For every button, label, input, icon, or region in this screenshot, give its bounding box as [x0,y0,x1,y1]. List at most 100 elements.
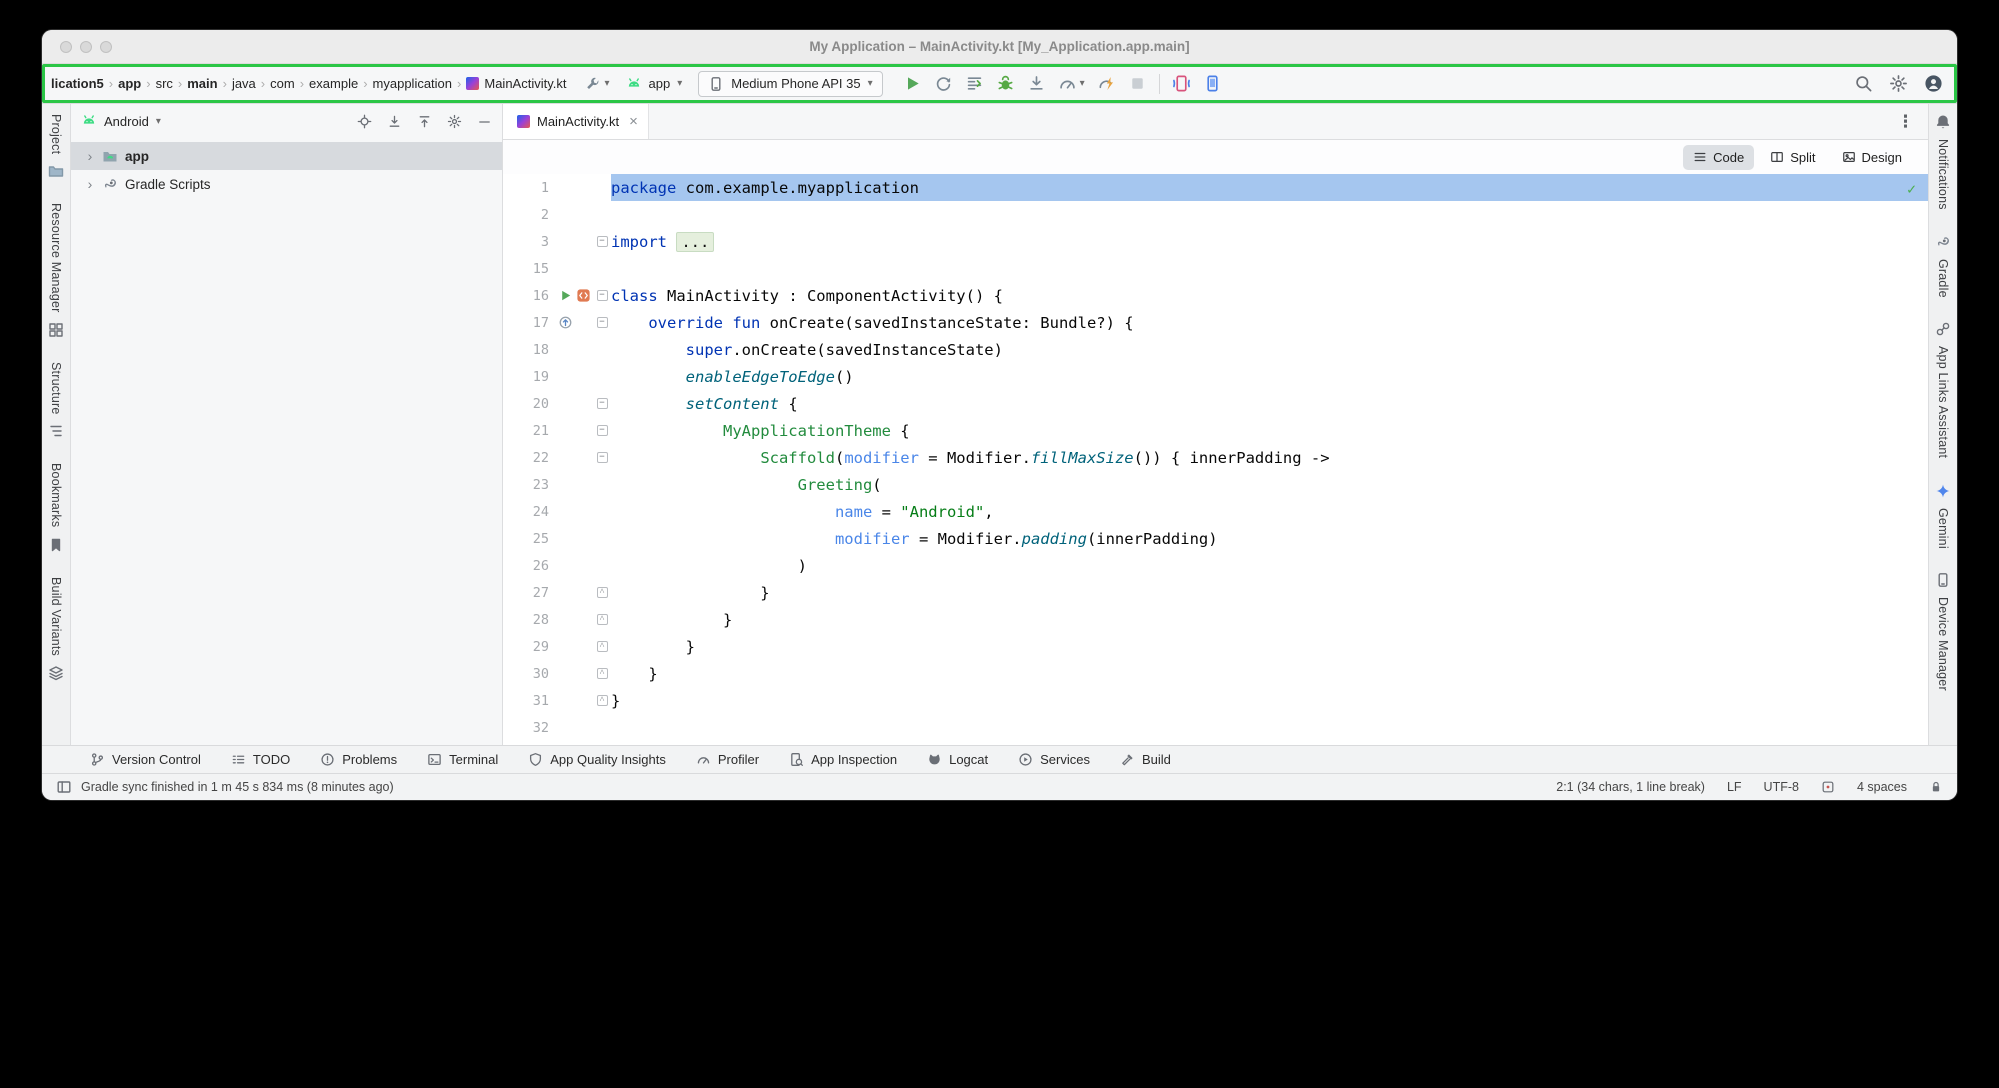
project-view-selector[interactable]: Android [104,114,149,129]
tool-stripe-project[interactable]: Project [48,114,64,179]
stop-button[interactable] [1128,74,1147,93]
collapse-all-button[interactable] [417,114,432,129]
code-line[interactable]: 26 ) [503,552,1928,579]
code-line[interactable]: 25 modifier = Modifier.padding(innerPadd… [503,525,1928,552]
status-message[interactable]: Gradle sync finished in 1 m 45 s 834 ms … [81,780,394,794]
code-line[interactable]: 15 [503,255,1928,282]
running-devices-button[interactable] [1203,74,1222,93]
device-mirror-button[interactable] [1172,74,1191,93]
breadcrumb-item-myapplication[interactable]: myapplication [370,74,456,93]
fold-marker[interactable]: − [593,290,611,301]
more-vertical-icon[interactable]: ⋮ [1891,112,1920,132]
tool-window-button-profiler[interactable]: Profiler [696,752,759,767]
apply-changes-button[interactable] [934,74,953,93]
inspections-ok-icon[interactable]: ✓ [1907,180,1916,198]
code-line[interactable]: 18 super.onCreate(savedInstanceState) [503,336,1928,363]
tool-window-button-build[interactable]: Build [1120,752,1171,767]
code-line[interactable]: 16−class MainActivity : ComponentActivit… [503,282,1928,309]
breadcrumb-item-lication5[interactable]: lication5 [48,74,107,93]
select-opened-file-button[interactable] [357,114,372,129]
code-line[interactable]: 3−import ... [503,228,1928,255]
tool-window-button-problems[interactable]: Problems [320,752,397,767]
mode-split-button[interactable]: Split [1760,145,1825,170]
code-line[interactable]: 17− override fun onCreate(savedInstanceS… [503,309,1928,336]
code-line[interactable]: 32 [503,714,1928,741]
code-editor[interactable]: 1package com.example.myapplication23−imp… [503,174,1928,745]
search-button[interactable] [1854,74,1873,93]
code-line[interactable]: 24 name = "Android", [503,498,1928,525]
tool-stripe-notifications[interactable]: Notifications [1935,114,1951,210]
fold-marker[interactable]: − [593,452,611,463]
apply-code-changes-button[interactable] [965,74,984,93]
breadcrumb-item-example[interactable]: example [306,74,361,93]
panel-settings-button[interactable] [447,114,462,129]
status-widget-icon[interactable] [1821,780,1835,794]
breadcrumb-item-app[interactable]: app [115,74,144,93]
tool-window-button-terminal[interactable]: Terminal [427,752,498,767]
mode-code-button[interactable]: Code [1683,145,1754,170]
breadcrumb-item-com[interactable]: com [267,74,298,93]
code-line[interactable]: 20− setContent { [503,390,1928,417]
tool-stripe-device-manager[interactable]: Device Manager [1935,572,1951,691]
hide-panel-button[interactable] [477,114,492,129]
file-encoding[interactable]: UTF-8 [1764,780,1799,794]
run-button[interactable] [903,74,922,93]
tool-window-button-app-inspection[interactable]: App Inspection [789,752,897,767]
breadcrumb-item-src[interactable]: src [153,74,176,93]
breadcrumb-item-mainactivity.kt[interactable]: MainActivity.kt [463,74,569,93]
tool-window-button-logcat[interactable]: Logcat [927,752,988,767]
breadcrumb-item-main[interactable]: main [184,74,220,93]
fold-marker[interactable]: − [593,317,611,328]
fold-marker[interactable]: ˄ [593,668,611,679]
code-line[interactable]: 30˄ } [503,660,1928,687]
debug-button[interactable] [996,74,1015,93]
code-line[interactable]: 31˄} [503,687,1928,714]
lock-icon[interactable] [1929,780,1943,794]
tool-stripe-build-variants[interactable]: Build Variants [48,577,64,681]
fold-marker[interactable]: − [593,425,611,436]
tool-stripe-gradle[interactable]: Gradle [1935,234,1951,298]
code-line[interactable]: 27˄ } [503,579,1928,606]
breadcrumb-item-java[interactable]: java [229,74,259,93]
minimize-window-button[interactable] [80,41,92,53]
editor-tab[interactable]: MainActivity.kt × [503,104,649,139]
tool-window-button-app-quality-insights[interactable]: App Quality Insights [528,752,666,767]
code-line[interactable]: 28˄ } [503,606,1928,633]
profiler-button[interactable]: ▾ [1058,74,1085,93]
tool-stripe-bookmarks[interactable]: Bookmarks [48,463,64,552]
tool-stripe-resource-manager[interactable]: Resource Manager [48,203,64,338]
caret-position[interactable]: 2:1 (34 chars, 1 line break) [1556,780,1705,794]
tool-window-button-todo[interactable]: TODO [231,752,290,767]
device-selector[interactable]: Medium Phone API 35 ▾ [698,71,882,97]
code-line[interactable]: 21− MyApplicationTheme { [503,417,1928,444]
tool-stripe-structure[interactable]: Structure [48,362,64,440]
code-line[interactable]: 29˄ } [503,633,1928,660]
profile-low-overhead-button[interactable] [1097,74,1116,93]
expand-all-button[interactable] [387,114,402,129]
settings-button[interactable] [1889,74,1908,93]
tool-stripe-app-links-assistant[interactable]: App Links Assistant [1935,321,1951,458]
zoom-window-button[interactable] [100,41,112,53]
attach-debugger-button[interactable] [1027,74,1046,93]
close-tab-icon[interactable]: × [629,113,638,130]
fold-marker[interactable]: ˄ [593,695,611,706]
fold-marker[interactable]: − [593,398,611,409]
code-line[interactable]: 22− Scaffold(modifier = Modifier.fillMax… [503,444,1928,471]
build-menu-button[interactable]: ▾ [585,76,609,92]
indent-setting[interactable]: 4 spaces [1857,780,1907,794]
code-line[interactable]: 2 [503,201,1928,228]
fold-marker[interactable]: ˄ [593,587,611,598]
line-separator[interactable]: LF [1727,780,1742,794]
code-line[interactable]: 23 Greeting( [503,471,1928,498]
close-window-button[interactable] [60,41,72,53]
tree-item-app[interactable]: ›app [71,142,502,170]
fold-marker[interactable]: ˄ [593,614,611,625]
profile-button[interactable] [1924,74,1943,93]
mode-design-button[interactable]: Design [1832,145,1912,170]
fold-marker[interactable]: − [593,236,611,247]
tool-window-button-version-control[interactable]: Version Control [90,752,201,767]
layout-icon[interactable] [56,779,72,795]
code-line[interactable]: 1package com.example.myapplication [503,174,1928,201]
fold-marker[interactable]: ˄ [593,641,611,652]
run-config-selector[interactable]: app ▾ [620,72,689,96]
